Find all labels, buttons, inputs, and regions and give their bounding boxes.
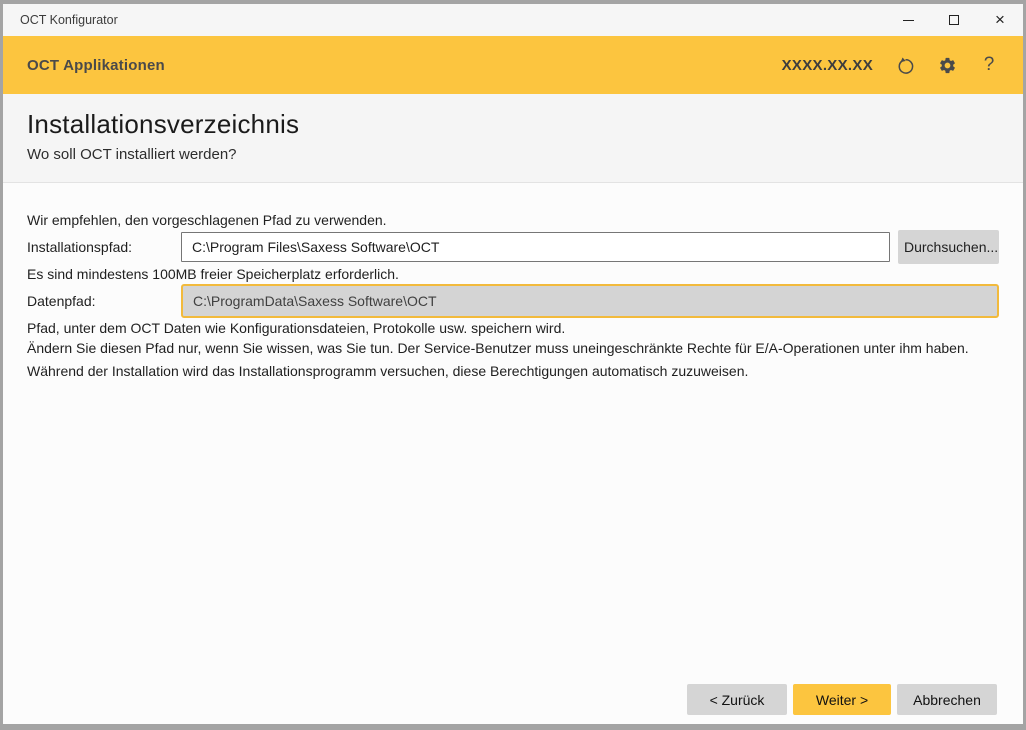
minimize-icon xyxy=(903,20,914,21)
version-label: XXXX.XX.XX xyxy=(782,57,873,74)
browse-button[interactable]: Durchsuchen... xyxy=(898,230,999,264)
maximize-button[interactable] xyxy=(931,4,977,36)
app-window: OCT Konfigurator × OCT Applikationen XXX… xyxy=(0,0,1026,730)
next-button[interactable]: Weiter > xyxy=(793,684,891,715)
close-button[interactable]: × xyxy=(977,4,1023,36)
disk-space-note: Es sind mindestens 100MB freier Speicher… xyxy=(27,264,999,284)
page-header: Installationsverzeichnis Wo soll OCT ins… xyxy=(3,94,1023,183)
back-button[interactable]: < Zurück xyxy=(687,684,787,715)
help-icon[interactable]: ? xyxy=(979,55,999,75)
maximize-icon xyxy=(949,15,959,25)
data-path-row: Datenpfad: xyxy=(27,284,999,318)
warning-line-2: Während der Installation wird das Instal… xyxy=(27,361,999,381)
warning-text: Ändern Sie diesen Pfad nur, wenn Sie wis… xyxy=(27,338,999,381)
wizard-footer: < Zurück Weiter > Abbrechen xyxy=(3,684,1023,724)
data-path-label: Datenpfad: xyxy=(27,291,181,311)
refresh-icon[interactable] xyxy=(895,55,915,75)
app-title: OCT Applikationen xyxy=(27,57,165,74)
help-glyph: ? xyxy=(984,54,995,76)
page-title: Installationsverzeichnis xyxy=(27,109,999,140)
settings-gear-icon[interactable] xyxy=(937,55,957,75)
content-area: Wir empfehlen, den vorgeschlagenen Pfad … xyxy=(3,183,1023,684)
warning-line-1: Ändern Sie diesen Pfad nur, wenn Sie wis… xyxy=(27,338,999,358)
app-header: OCT Applikationen XXXX.XX.XX ? xyxy=(3,36,1023,94)
page-subtitle: Wo soll OCT installiert werden? xyxy=(27,146,999,163)
install-path-input[interactable] xyxy=(181,232,890,262)
titlebar: OCT Konfigurator × xyxy=(3,4,1023,36)
window-title: OCT Konfigurator xyxy=(3,4,885,36)
data-path-input[interactable] xyxy=(181,284,999,318)
data-path-note: Pfad, unter dem OCT Daten wie Konfigurat… xyxy=(27,318,999,338)
install-path-row: Installationspfad: Durchsuchen... xyxy=(27,230,999,264)
window-controls: × xyxy=(885,4,1023,36)
header-actions: XXXX.XX.XX ? xyxy=(782,55,999,75)
minimize-button[interactable] xyxy=(885,4,931,36)
install-path-label: Installationspfad: xyxy=(27,237,181,257)
cancel-button[interactable]: Abbrechen xyxy=(897,684,997,715)
close-icon: × xyxy=(995,11,1005,28)
intro-text: Wir empfehlen, den vorgeschlagenen Pfad … xyxy=(27,210,999,230)
